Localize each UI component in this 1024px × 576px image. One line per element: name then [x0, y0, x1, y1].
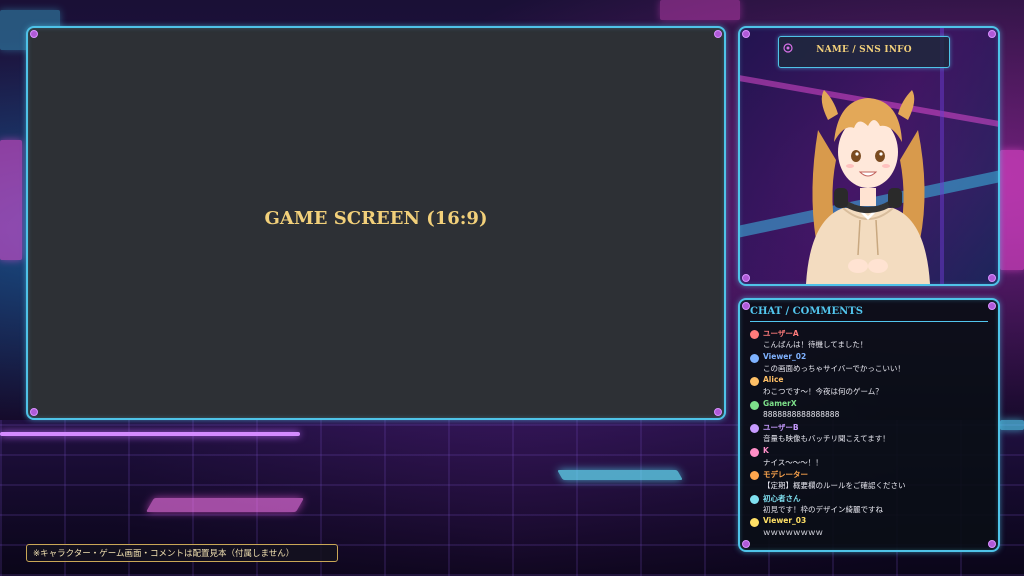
neon-strip	[1000, 150, 1024, 270]
chat-username: ユーザーA	[763, 329, 799, 338]
game-screen-label: GAME SCREEN (16:9)	[264, 208, 488, 229]
neon-strip	[660, 0, 740, 20]
chat-message: ｗｗｗｗｗｗｗｗ	[763, 528, 823, 537]
character-illustration	[806, 90, 930, 284]
chat-username: Viewer_02	[763, 351, 807, 361]
neon-strip	[1000, 420, 1024, 430]
corner-rivet	[988, 30, 996, 38]
chat-username: Viewer_03	[763, 516, 807, 525]
chat-comment: GamerX 8888888888888888	[750, 399, 990, 423]
corner-rivet	[742, 540, 750, 548]
chat-list: ユーザーA こんばんは！待機してました！ Viewer_02 この画面めっちゃサ…	[750, 328, 990, 540]
corner-rivet	[988, 302, 996, 310]
chat-comment: ユーザーB 音量も映像もバッチリ聞こえてます！	[750, 422, 990, 446]
chat-comment: 初心者さん 初見です！枠のデザイン綺麗ですね	[750, 493, 990, 517]
chat-username: K	[763, 445, 769, 455]
chat-message: ナイス〜〜〜！！	[763, 457, 823, 467]
name-sns-label: NAME / SNS INFO	[816, 45, 912, 55]
user-avatar-dot	[750, 424, 759, 433]
user-avatar-dot	[750, 330, 759, 339]
user-avatar-dot	[750, 494, 759, 504]
corner-rivet	[988, 274, 996, 282]
chat-comment: K ナイス〜〜〜！！	[750, 446, 990, 470]
overlay-stage: GAME SCREEN (16:9) NAME / SNS INFO CHAT …	[0, 0, 1024, 576]
chat-message: 初見です！枠のデザイン綺麗ですね	[763, 504, 883, 514]
user-avatar-dot	[750, 471, 759, 480]
corner-rivet	[742, 302, 750, 310]
user-avatar-dot	[750, 447, 759, 457]
user-avatar-dot	[750, 353, 759, 363]
chat-comment: Viewer_03 ｗｗｗｗｗｗｗｗ	[750, 516, 990, 540]
corner-rivet	[988, 540, 996, 548]
user-avatar-dot	[750, 518, 759, 527]
name-sns-box: NAME / SNS INFO	[778, 36, 950, 68]
chat-comment: モデレーター 【定期】概要欄のルールをご確認ください	[750, 469, 990, 493]
chat-message: 【定期】概要欄のルールをご確認ください	[763, 481, 906, 490]
neon-strip	[145, 498, 305, 512]
neon-strip	[0, 432, 300, 436]
neon-strip	[557, 470, 683, 480]
chat-header: CHAT / COMMENTS	[750, 306, 988, 322]
corner-rivet	[714, 30, 722, 38]
chat-comment: Alice わこつです〜！今夜は何のゲーム？	[750, 375, 990, 399]
user-avatar-dot	[750, 400, 759, 410]
user-avatar-dot	[750, 377, 759, 386]
neon-strip	[0, 140, 22, 260]
chat-message: 音量も映像もバッチリ聞こえてます！	[763, 434, 890, 443]
chat-username: Alice	[763, 375, 784, 384]
chat-username: モデレーター	[763, 470, 808, 479]
game-screen-frame: GAME SCREEN (16:9)	[26, 26, 726, 420]
chat-panel: CHAT / COMMENTS ユーザーA こんばんは！待機してました！ Vie…	[738, 298, 1000, 552]
chat-username: 初心者さん	[763, 493, 801, 503]
corner-rivet	[30, 408, 38, 416]
corner-rivet	[714, 408, 722, 416]
layout-sample-note: ※キャラクター・ゲーム画面・コメントは配置見本（付属しません）	[26, 544, 338, 562]
chat-comment: Viewer_02 この画面めっちゃサイバーでかっこいい！	[750, 352, 990, 376]
chat-message: この画面めっちゃサイバーでかっこいい！	[763, 363, 905, 373]
chat-username: GamerX	[763, 398, 797, 408]
chat-message: わこつです〜！今夜は何のゲーム？	[763, 387, 883, 396]
chat-username: ユーザーB	[763, 423, 799, 432]
chat-message: 8888888888888888	[763, 409, 840, 419]
corner-rivet	[742, 30, 750, 38]
chat-message: こんばんは！待機してました！	[763, 340, 868, 349]
chat-comment: ユーザーA こんばんは！待機してました！	[750, 328, 990, 352]
corner-rivet	[30, 30, 38, 38]
character-panel: NAME / SNS INFO	[738, 26, 1000, 286]
corner-rivet	[742, 274, 750, 282]
